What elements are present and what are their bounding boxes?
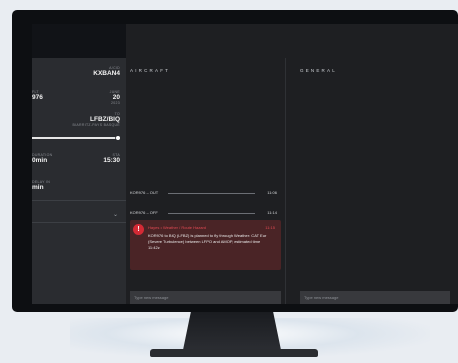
header-strip	[32, 24, 126, 58]
sta-value: 15:30	[103, 157, 120, 164]
aircraft-channel: AIRCRAFT KOR976 – OUT 11:06 KOR976 – OFF…	[126, 58, 286, 304]
date-day: 20	[112, 94, 120, 101]
event-name: KOR976 – OFF	[130, 210, 158, 215]
general-channel: GENERAL ▣ ➤	[292, 58, 458, 304]
aircraft-channel-title: AIRCRAFT	[130, 68, 171, 73]
panel-divider	[32, 200, 126, 201]
destination-airport: BIARRITZ-PAYS BASQUE	[72, 123, 120, 127]
aircraft-position-marker	[116, 136, 120, 140]
flight-info-panel: A/CID KXBAN4 FLT 976 JUNE 20 2023 TO LFB…	[32, 58, 126, 304]
chevron-down-icon[interactable]: ⌄	[113, 211, 118, 218]
aircraft-message-input[interactable]	[130, 291, 281, 304]
alert-time: 11:15	[265, 225, 275, 230]
flight-progress-fill	[32, 137, 116, 139]
monitor-stand-neck	[183, 312, 281, 350]
monitor-stand-base	[150, 349, 318, 357]
monitor-bezel: A/CID KXBAN4 FLT 976 JUNE 20 2023 TO LFB…	[12, 10, 458, 312]
app-screen: A/CID KXBAN4 FLT 976 JUNE 20 2023 TO LFB…	[32, 24, 458, 304]
event-time: 11:06	[267, 190, 277, 195]
destination-code: LFBZ/BIQ	[90, 116, 120, 123]
event-line	[168, 193, 255, 194]
date-year: 2023	[111, 101, 120, 105]
delay-value: min	[32, 184, 44, 191]
event-time: 11:14	[267, 210, 277, 215]
event-row: KOR976 – OUT 11:06	[130, 190, 277, 196]
alert-body: KOR976 to BIQ (LFBZ) is planned to fly t…	[148, 233, 267, 251]
general-channel-title: GENERAL	[300, 68, 337, 73]
event-name: KOR976 – OUT	[130, 190, 159, 195]
alert-icon: !	[133, 224, 144, 235]
aircraft-id: KXBAN4	[93, 70, 120, 77]
alert-title: Hayes • Weather / Route Hazard	[148, 225, 207, 230]
event-row: KOR976 – OFF 11:14	[130, 210, 277, 216]
panel-divider	[32, 222, 126, 223]
flight-progress-bar	[32, 136, 120, 140]
general-message-input[interactable]	[300, 291, 450, 304]
event-line	[168, 213, 255, 214]
weather-alert-message[interactable]: ! Hayes • Weather / Route Hazard 11:15 K…	[130, 220, 281, 270]
